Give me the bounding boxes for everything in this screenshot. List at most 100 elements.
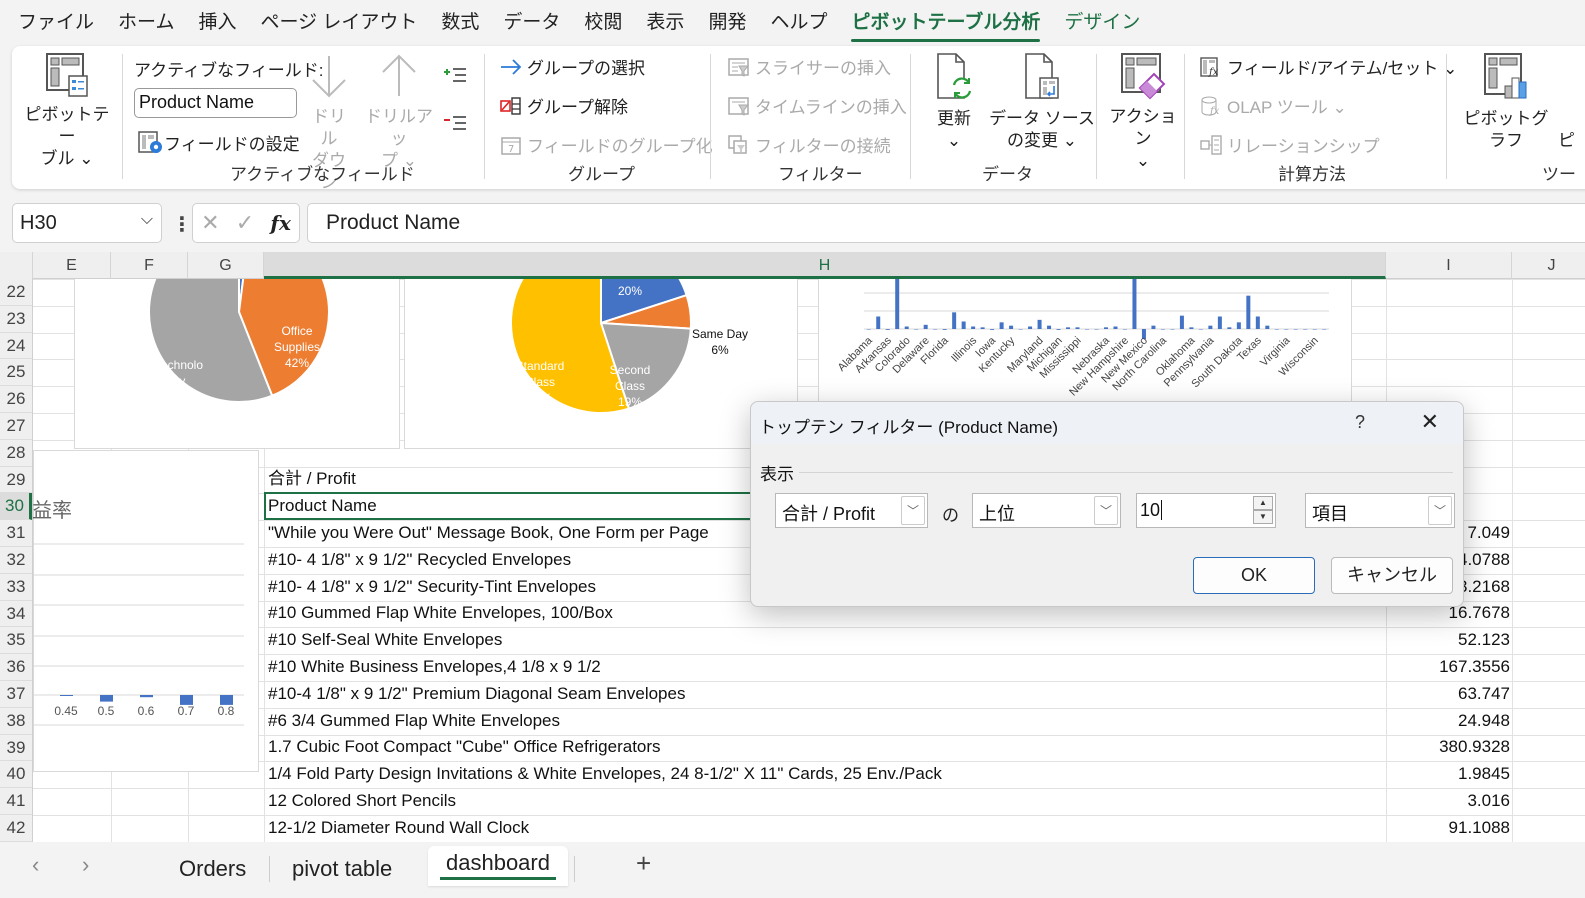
- row-header[interactable]: 34: [0, 601, 32, 628]
- name-box[interactable]: H30 ⌵: [12, 203, 162, 243]
- help-icon[interactable]: ?: [1355, 412, 1365, 433]
- row-header[interactable]: 33: [0, 574, 32, 601]
- bar-florida[interactable]: [942, 329, 947, 330]
- sheet-tab-pivot-table[interactable]: pivot table: [280, 852, 404, 886]
- pivot-row-value[interactable]: 380.9328: [1390, 734, 1510, 761]
- bar-georgia[interactable]: [952, 312, 957, 329]
- chevron-down-icon[interactable]: ﹀: [1428, 496, 1452, 525]
- bar-ohio[interactable]: [1179, 315, 1184, 329]
- pivotchart-button[interactable]: ピボットグラフ: [1456, 52, 1556, 152]
- insert-slicer-button[interactable]: スライサーの挿入: [728, 54, 891, 79]
- bar-minnesota[interactable]: [1066, 327, 1071, 329]
- bar-texas[interactable]: [1255, 316, 1260, 330]
- group-selection-button[interactable]: グループの選択: [500, 54, 645, 79]
- bar-oklahoma[interactable]: [1189, 327, 1194, 329]
- tab-help[interactable]: ヘルプ: [770, 5, 827, 36]
- pivot-row-name[interactable]: #10 Gummed Flap White Envelopes, 100/Box: [268, 600, 613, 627]
- bar-kentucky[interactable]: [1009, 325, 1014, 329]
- bar-michigan[interactable]: [1056, 329, 1061, 330]
- row-header[interactable]: 35: [0, 627, 32, 655]
- bar-indiana[interactable]: [980, 327, 985, 329]
- pivot-row-name[interactable]: #10 White Business Envelopes,4 1/8 x 9 1…: [268, 654, 601, 681]
- sheet-tab-dashboard[interactable]: dashboard: [428, 846, 568, 886]
- insert-timeline-button[interactable]: タイムラインの挿入: [728, 93, 907, 118]
- bar-oregon[interactable]: [1198, 329, 1203, 330]
- tab-file[interactable]: ファイル: [18, 5, 94, 36]
- row-header[interactable]: 40: [0, 761, 32, 789]
- bar-maryland[interactable]: [1037, 319, 1042, 329]
- active-field-input[interactable]: Product Name: [134, 88, 297, 118]
- row-header[interactable]: 39: [0, 735, 32, 762]
- cancel-entry-icon[interactable]: ✕: [201, 210, 219, 236]
- state-profit-bar-chart[interactable]: Alabama Arkansas Colorado Delaware Florida Il…: [818, 274, 1352, 404]
- bar-wyoming[interactable]: [1322, 329, 1327, 330]
- bar-arkansas[interactable]: [885, 329, 890, 330]
- more-options-icon[interactable]: ⋮: [172, 212, 192, 237]
- tab-data[interactable]: データ: [503, 5, 560, 36]
- bar-nevada[interactable]: [1113, 326, 1118, 330]
- bar-pennsylvania[interactable]: [1208, 325, 1213, 329]
- bar-rhode-island[interactable]: [1217, 316, 1222, 330]
- pivottable-button[interactable]: ピボットテー ブル ⌄: [22, 52, 112, 170]
- chevron-down-icon[interactable]: ⌵: [141, 211, 153, 229]
- row-header[interactable]: 36: [0, 654, 32, 681]
- bar-iowa[interactable]: [990, 329, 995, 330]
- pivot-row-name[interactable]: 1/4 Fold Party Design Invitations & Whit…: [268, 761, 942, 788]
- bar-discount-0.6[interactable]: [140, 695, 153, 698]
- discount-profit-bar-chart[interactable]: 益率 0.45 0.5 0.6 0.7 0.8: [32, 450, 259, 772]
- bar-west-virginia[interactable]: [1303, 329, 1308, 330]
- bar-delaware[interactable]: [923, 324, 928, 329]
- bar-nebraska[interactable]: [1103, 327, 1108, 329]
- bar-mississippi[interactable]: [1075, 327, 1080, 329]
- pivot-row-name[interactable]: #10 Self-Seal White Envelopes: [268, 627, 502, 654]
- recommended-pivottables-partial[interactable]: ピ: [1558, 126, 1575, 151]
- prev-sheet-icon[interactable]: ‹: [32, 852, 39, 878]
- pivot-row-value[interactable]: 24.948: [1390, 708, 1510, 735]
- bar-discount-0.45[interactable]: [60, 695, 73, 696]
- column-header-e[interactable]: E: [33, 252, 111, 279]
- value-field-select[interactable]: 合計 / Profit ﹀: [775, 493, 928, 528]
- tab-review[interactable]: 校閲: [584, 5, 622, 36]
- confirm-entry-icon[interactable]: ✓: [236, 210, 254, 236]
- row-header[interactable]: 26: [0, 386, 32, 413]
- pivot-row-value[interactable]: 1.9845: [1390, 761, 1510, 788]
- row-header[interactable]: 42: [0, 815, 32, 842]
- select-all-corner[interactable]: [0, 252, 33, 279]
- tab-design[interactable]: デザイン: [1064, 5, 1140, 36]
- row-header[interactable]: 25: [0, 359, 32, 387]
- row-header[interactable]: 41: [0, 788, 32, 815]
- tab-insert[interactable]: 挿入: [198, 5, 236, 36]
- spin-down-icon[interactable]: ▼: [1253, 510, 1273, 524]
- fields-items-sets-button[interactable]: fx フィールド/アイテム/セット ⌄: [1200, 54, 1457, 79]
- collapse-field-button[interactable]: [442, 114, 468, 137]
- insert-function-icon[interactable]: fx: [270, 211, 291, 235]
- pivot-row-name[interactable]: #10- 4 1/8" x 9 1/2" Recycled Envelopes: [268, 547, 571, 574]
- actions-button[interactable]: アクション ⌄: [1104, 52, 1182, 172]
- bar-illinois[interactable]: [971, 326, 976, 330]
- pivot-row-name[interactable]: #10- 4 1/8" x 9 1/2" Security-Tint Envel…: [268, 574, 596, 601]
- row-header[interactable]: 27: [0, 413, 32, 440]
- bar-idaho[interactable]: [961, 321, 966, 330]
- ok-button[interactable]: OK: [1193, 557, 1315, 594]
- field-settings-button[interactable]: フィールドの設定: [138, 130, 300, 155]
- bar-discount-0.5[interactable]: [100, 695, 113, 702]
- tab-home[interactable]: ホーム: [118, 5, 174, 36]
- row-header[interactable]: 28: [0, 440, 32, 467]
- bar-kansas[interactable]: [999, 322, 1004, 329]
- row-header[interactable]: 31: [0, 520, 32, 547]
- close-icon[interactable]: ✕: [1421, 409, 1439, 435]
- row-header[interactable]: 22: [0, 279, 32, 306]
- row-header[interactable]: 29: [0, 467, 32, 494]
- pivot-row-name[interactable]: "While you Were Out" Message Book, One F…: [268, 520, 709, 547]
- column-header-j[interactable]: J: [1512, 252, 1585, 279]
- group-field-button[interactable]: 7 フィールドのグループ化: [500, 132, 713, 157]
- bar-colorado[interactable]: [904, 326, 909, 330]
- bar-new-hampshire[interactable]: [1122, 329, 1127, 330]
- pivot-row-value[interactable]: 3.016: [1390, 788, 1510, 815]
- next-sheet-icon[interactable]: ›: [82, 852, 89, 878]
- pivot-value-header[interactable]: 合計 / Profit: [268, 466, 356, 493]
- pivot-row-value[interactable]: 91.1088: [1390, 815, 1510, 842]
- bar-north-carolina[interactable]: [1160, 329, 1165, 330]
- bar-new-jersey[interactable]: [1132, 279, 1137, 329]
- column-header-h[interactable]: H: [264, 252, 1386, 279]
